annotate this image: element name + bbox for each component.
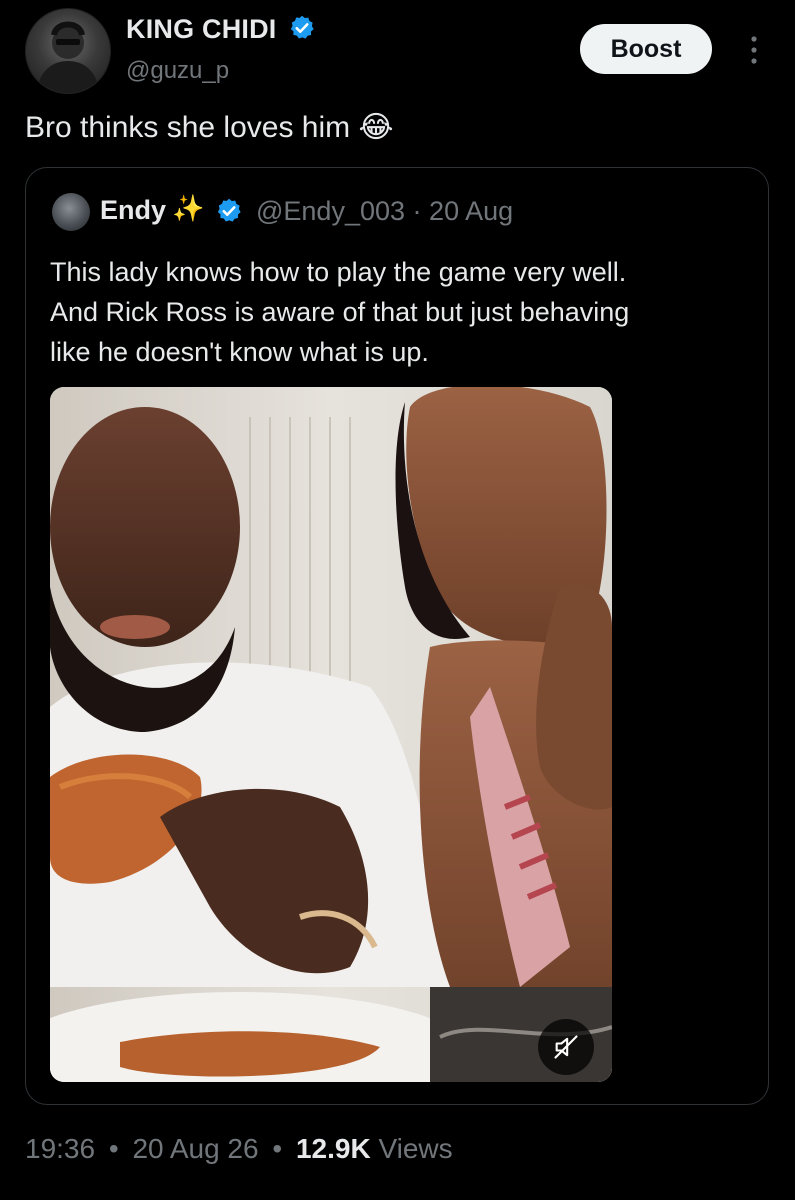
boost-button[interactable]: Boost — [580, 24, 712, 74]
meta-separator-2: • — [272, 1133, 283, 1164]
quoted-handle: @Endy_003 — [256, 196, 406, 226]
author-name-row[interactable]: KING CHIDI — [126, 14, 316, 45]
sparkles-emoji-icon: ✨ — [172, 193, 205, 223]
quoted-author-avatar — [52, 193, 90, 231]
meta-separator-1: • — [108, 1133, 119, 1164]
author-handle[interactable]: @guzu_p — [126, 57, 229, 85]
views-count[interactable]: 12.9K — [296, 1133, 371, 1164]
more-options-button[interactable] — [742, 34, 766, 66]
quoted-video-thumbnail[interactable] — [50, 387, 612, 1082]
author-name[interactable]: KING CHIDI — [126, 14, 277, 44]
speaker-muted-icon — [554, 1035, 578, 1059]
more-vertical-icon — [751, 36, 757, 64]
author-avatar[interactable] — [25, 8, 111, 94]
video-still-image — [50, 387, 612, 1082]
mute-toggle-button[interactable] — [538, 1019, 594, 1075]
verified-badge-icon — [291, 15, 314, 39]
quoted-tweet-text: This lady knows how to play the game ver… — [50, 257, 630, 367]
tweet-text: Bro thinks she loves him 😂 — [25, 110, 394, 145]
tweet-time: 19:36 — [25, 1133, 96, 1164]
quoted-separator: · — [412, 196, 422, 226]
quoted-verified-badge-icon — [217, 198, 241, 222]
quoted-handle-date: @Endy_003 · 20 Aug — [256, 196, 513, 227]
tweet-body: Bro thinks she loves him — [25, 111, 351, 144]
views-label[interactable]: Views — [378, 1133, 452, 1164]
tweet-date: 20 Aug 26 — [132, 1133, 259, 1164]
quoted-date: 20 Aug — [429, 196, 514, 226]
quoted-author-name: Endy — [100, 195, 167, 225]
laughing-emoji-icon: 😂 — [358, 111, 394, 144]
tweet-meta: 19:36 • 20 Aug 26 • 12.9K Views — [25, 1133, 453, 1165]
